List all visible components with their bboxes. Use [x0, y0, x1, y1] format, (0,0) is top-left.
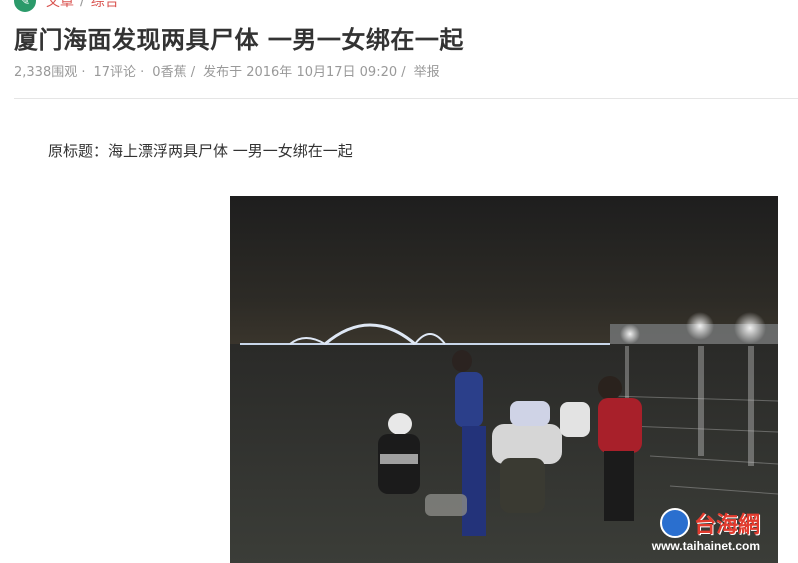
breadcrumb: ✎ 文章 / 综合: [14, 0, 119, 12]
article-title: 厦门海面发现两具尸体 一男一女绑在一起: [14, 26, 464, 54]
watermark-name: 台海網: [693, 512, 760, 538]
original-title: 原标题：海上漂浮两具尸体 一男一女绑在一起: [48, 142, 353, 160]
views-count: 2,338围观 ·: [14, 65, 86, 80]
comments-count[interactable]: 17评论 ·: [93, 61, 144, 80]
article-meta: 2,338围观 · 17评论 · 0香蕉 / 发布于 2016年 10月17日 …: [14, 61, 448, 80]
report-link[interactable]: 举报: [414, 61, 440, 80]
breadcrumb-section[interactable]: 文章: [46, 0, 74, 11]
breadcrumb-separator: /: [80, 0, 85, 9]
watermark-url: www.taihainet.com: [651, 539, 760, 553]
bananas-count: 0香蕉 /: [152, 65, 196, 80]
watermark-logo-icon: [659, 508, 690, 538]
article-photo: 台海網 www.taihainet.com: [230, 196, 778, 563]
article-icon: ✎: [14, 0, 36, 12]
photo-watermark: 台海網 www.taihainet.com: [652, 507, 760, 553]
publish-date: 发布于 2016年 10月17日 09:20 /: [203, 65, 406, 80]
breadcrumb-category[interactable]: 综合: [91, 0, 119, 11]
header-divider: [14, 98, 798, 99]
